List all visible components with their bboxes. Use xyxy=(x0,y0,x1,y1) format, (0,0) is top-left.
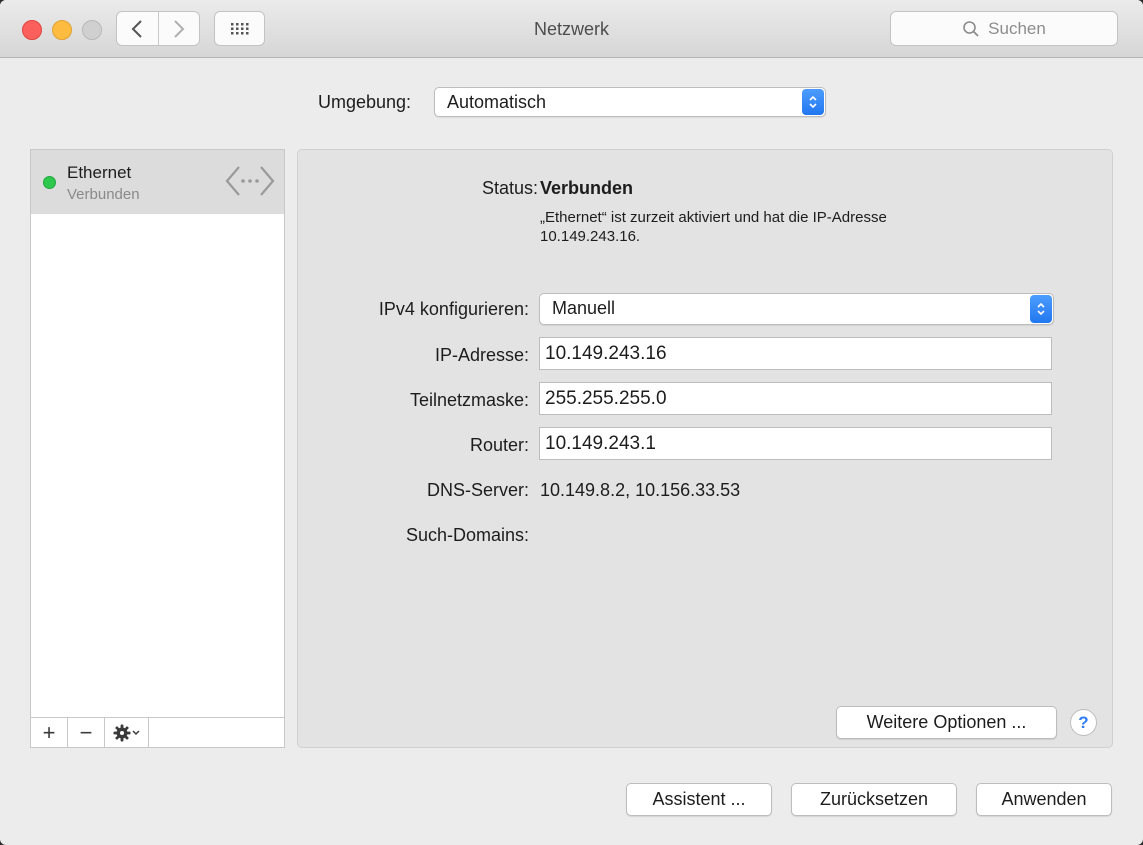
status-description-line-2: 10.149.243.16. xyxy=(540,228,641,245)
status-value: Verbunden xyxy=(540,178,634,198)
dns-server-value: 10.149.8.2, 10.156.33.53 xyxy=(540,480,741,500)
search-placeholder: Suchen xyxy=(988,18,1046,38)
revert-button[interactable]: Zurücksetzen xyxy=(791,783,957,816)
service-list: Ethernet Verbunden xyxy=(30,149,285,718)
ip-address-field[interactable]: 10.149.243.16 xyxy=(539,337,1052,370)
subnet-mask-field[interactable]: 255.255.255.0 xyxy=(539,382,1052,415)
status-label: Status: xyxy=(481,178,538,198)
dns-server-label: DNS-Server: xyxy=(426,480,529,500)
popup-stepper-icon xyxy=(802,89,824,115)
service-name: Ethernet xyxy=(67,163,132,182)
ethernet-icon xyxy=(225,166,275,196)
ip-address-label: IP-Adresse: xyxy=(434,345,529,365)
ipv4-configure-label: IPv4 konfigurieren: xyxy=(378,299,529,319)
search-icon xyxy=(963,20,979,37)
service-actions-button[interactable] xyxy=(105,718,149,747)
status-description: „Ethernet“ ist zurzeit aktiviert und hat… xyxy=(540,208,1020,246)
remove-service-button[interactable]: − xyxy=(68,718,105,747)
search-field[interactable]: Suchen xyxy=(890,11,1118,46)
gear-icon xyxy=(113,724,140,741)
service-status: Verbunden xyxy=(67,186,140,203)
router-field[interactable]: 10.149.243.1 xyxy=(539,427,1052,460)
network-preferences-window: Netzwerk Suchen Umgebung: Automatisch Et… xyxy=(0,0,1143,845)
ipv4-configure-popup[interactable]: Manuell xyxy=(539,293,1054,325)
status-description-line-1: „Ethernet“ ist zurzeit aktiviert und hat… xyxy=(540,209,887,226)
location-label: Umgebung: xyxy=(318,92,412,112)
search-domains-label: Such-Domains: xyxy=(405,525,529,545)
subnet-mask-label: Teilnetzmaske: xyxy=(409,390,529,410)
location-popup[interactable]: Automatisch xyxy=(434,87,826,117)
ipv4-configure-value: Manuell xyxy=(552,298,616,318)
service-list-toolbar: + − xyxy=(30,717,285,748)
add-service-button[interactable]: + xyxy=(31,718,68,747)
router-label: Router: xyxy=(469,435,529,455)
detail-panel: Status: Verbunden „Ethernet“ ist zurzeit… xyxy=(297,149,1113,748)
location-value: Automatisch xyxy=(447,92,547,112)
popup-stepper-icon xyxy=(1030,295,1052,323)
help-button[interactable]: ? xyxy=(1070,709,1097,736)
apply-button[interactable]: Anwenden xyxy=(976,783,1112,816)
service-item-ethernet[interactable]: Ethernet Verbunden xyxy=(31,150,284,214)
assistant-button[interactable]: Assistent ... xyxy=(626,783,772,816)
more-options-button[interactable]: Weitere Optionen ... xyxy=(836,706,1057,739)
titlebar: Netzwerk Suchen xyxy=(0,0,1143,58)
status-dot-icon xyxy=(43,176,56,189)
